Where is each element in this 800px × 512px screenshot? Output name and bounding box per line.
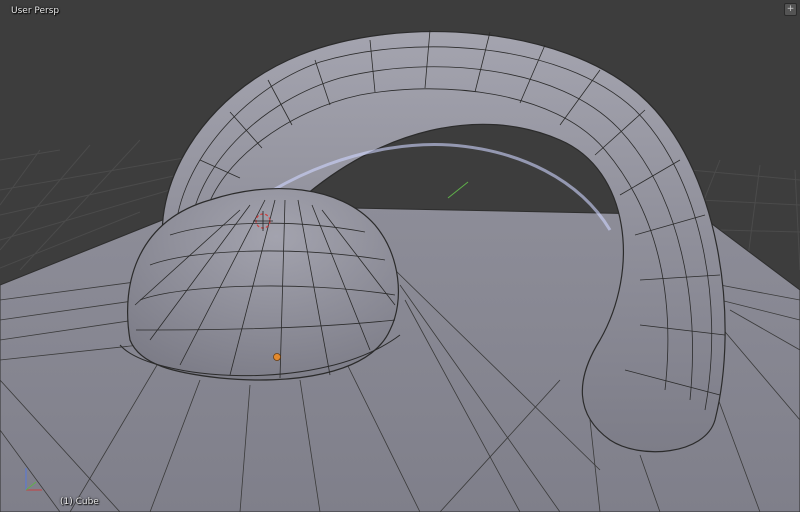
dome-mesh[interactable] [119,187,401,381]
viewport-scene[interactable] [0,0,800,512]
view-mode-label: User Persp [11,6,60,16]
object-origin-dot [273,353,281,361]
active-object-label: (1) Cube [60,497,99,507]
y-axis-line [447,181,469,199]
3d-viewport[interactable]: User Persp (1) Cube + [0,0,800,512]
axis-gizmo-icon [25,468,42,491]
plus-icon[interactable]: + [784,3,797,16]
axis-y-line [25,481,37,491]
